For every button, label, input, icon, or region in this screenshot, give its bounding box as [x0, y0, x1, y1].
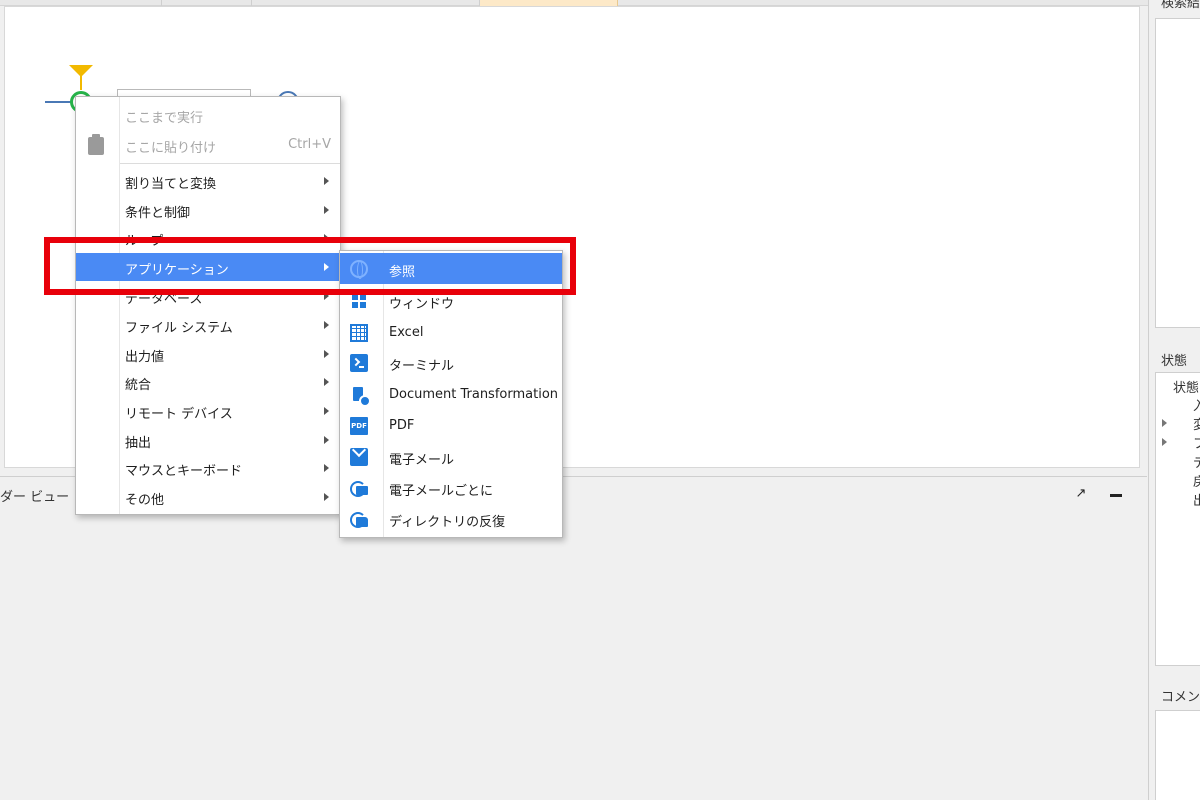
menu-item-other[interactable]: その他 — [76, 483, 340, 511]
submenu-item-label: Document Transformation — [389, 387, 559, 402]
submenu-item-pdf[interactable]: PDF PDF — [340, 410, 562, 441]
submenu-item-label: ディレクトリの反復 — [389, 515, 506, 530]
submenu-item-label: PDF — [389, 418, 415, 433]
document-transformation-icon — [350, 386, 371, 407]
state-tree-item[interactable]: 状態 — [1173, 377, 1199, 396]
menu-item-label: 統合 — [125, 378, 152, 393]
right-side-panel: 検索結 状態 状態 入 変 フ デ 戻 出 コメン — [1148, 0, 1200, 800]
submenu-item-label: Excel — [389, 325, 424, 340]
menu-item-label: ファイル システム — [125, 321, 233, 336]
submenu-item-label: ウィンドウ — [389, 297, 455, 312]
submenu-arrow-icon — [324, 493, 329, 501]
tree-expand-icon[interactable] — [1162, 438, 1167, 446]
submenu-item-excel[interactable]: Excel — [340, 317, 562, 348]
menu-item-mouse-and-keyboard[interactable]: マウスとキーボード — [76, 454, 340, 482]
bottom-panel: ダー ビュー ↗ — [0, 476, 1147, 800]
submenu-arrow-icon — [324, 407, 329, 415]
tree-expand-icon[interactable] — [1162, 419, 1167, 427]
state-tree-item[interactable]: 出 — [1193, 490, 1200, 509]
menu-item-label: 抽出 — [125, 436, 152, 451]
state-panel-title: 状態 — [1161, 354, 1188, 369]
menu-item-conditions-and-control[interactable]: 条件と制御 — [76, 196, 340, 224]
menu-item-file-system[interactable]: ファイル システム — [76, 311, 340, 339]
pin-icon[interactable]: ↗ — [1074, 487, 1088, 501]
state-tree-item[interactable]: フ — [1193, 433, 1200, 452]
comment-panel-title: コメン — [1161, 690, 1200, 705]
state-tree-item[interactable]: 入 — [1193, 395, 1200, 414]
bottom-panel-content — [0, 507, 1140, 800]
paste-icon — [88, 134, 104, 155]
state-tree-item[interactable]: 変 — [1193, 414, 1200, 433]
submenu-arrow-icon — [324, 321, 329, 329]
submenu-item-for-each-email[interactable]: 電子メールごとに — [340, 472, 562, 503]
menu-item-label: ここに貼り付け — [125, 141, 217, 156]
directory-loop-icon — [350, 510, 368, 528]
menu-item-integration[interactable]: 統合 — [76, 368, 340, 396]
submenu-item-terminal[interactable]: ターミナル — [340, 347, 562, 378]
submenu-arrow-icon — [324, 206, 329, 214]
terminal-icon — [350, 354, 368, 372]
execution-marker-icon[interactable] — [69, 65, 93, 77]
highlight-annotation-box — [44, 237, 576, 295]
submenu-arrow-icon — [324, 464, 329, 472]
search-panel-title: 検索結 — [1161, 0, 1200, 11]
execution-marker-stem — [80, 76, 82, 90]
submenu-arrow-icon — [324, 177, 329, 185]
submenu-item-email[interactable]: 電子メール — [340, 441, 562, 472]
menu-item-run-to-here[interactable]: ここまで実行 — [76, 101, 340, 129]
context-menu: ここまで実行 ここに貼り付け Ctrl+V 割り当てと変換 条件と制御 ループ … — [75, 96, 341, 515]
excel-icon — [350, 324, 368, 342]
menu-item-label: 出力値 — [125, 350, 165, 365]
submenu-item-label: ターミナル — [389, 359, 455, 374]
menu-item-label: 割り当てと変換 — [125, 177, 217, 192]
submenu-arrow-icon — [324, 436, 329, 444]
menu-item-assign-and-convert[interactable]: 割り当てと変換 — [76, 167, 340, 195]
menu-item-shortcut: Ctrl+V — [288, 137, 331, 152]
menu-item-label: ここまで実行 — [125, 111, 204, 126]
menu-item-label: リモート デバイス — [125, 407, 233, 422]
state-tree-item[interactable]: デ — [1193, 452, 1200, 471]
state-tree-item[interactable]: 戻 — [1193, 471, 1200, 490]
submenu-arrow-icon — [324, 350, 329, 358]
menu-item-label: 条件と制御 — [125, 206, 191, 221]
menu-item-paste-here[interactable]: ここに貼り付け Ctrl+V — [76, 131, 340, 159]
mail-icon — [350, 448, 368, 466]
submenu-item-iterate-directory[interactable]: ディレクトリの反復 — [340, 503, 562, 534]
menu-item-label: マウスとキーボード — [125, 464, 243, 479]
pdf-icon: PDF — [350, 417, 368, 435]
search-results-box[interactable] — [1155, 18, 1200, 328]
menu-item-label: その他 — [125, 493, 165, 508]
menu-item-output-value[interactable]: 出力値 — [76, 340, 340, 368]
submenu-item-label: 電子メールごとに — [389, 484, 494, 499]
bottom-panel-title: ダー ビュー — [0, 490, 70, 505]
minimize-icon[interactable] — [1108, 485, 1124, 501]
menu-separator — [120, 163, 340, 164]
comment-box[interactable] — [1155, 710, 1200, 800]
submenu-item-document-transformation[interactable]: Document Transformation — [340, 379, 562, 410]
menu-item-remote-device[interactable]: リモート デバイス — [76, 397, 340, 425]
submenu-arrow-icon — [324, 378, 329, 386]
menu-item-extract[interactable]: 抽出 — [76, 426, 340, 454]
submenu-item-label: 電子メール — [389, 453, 455, 468]
mail-loop-icon — [350, 479, 368, 497]
